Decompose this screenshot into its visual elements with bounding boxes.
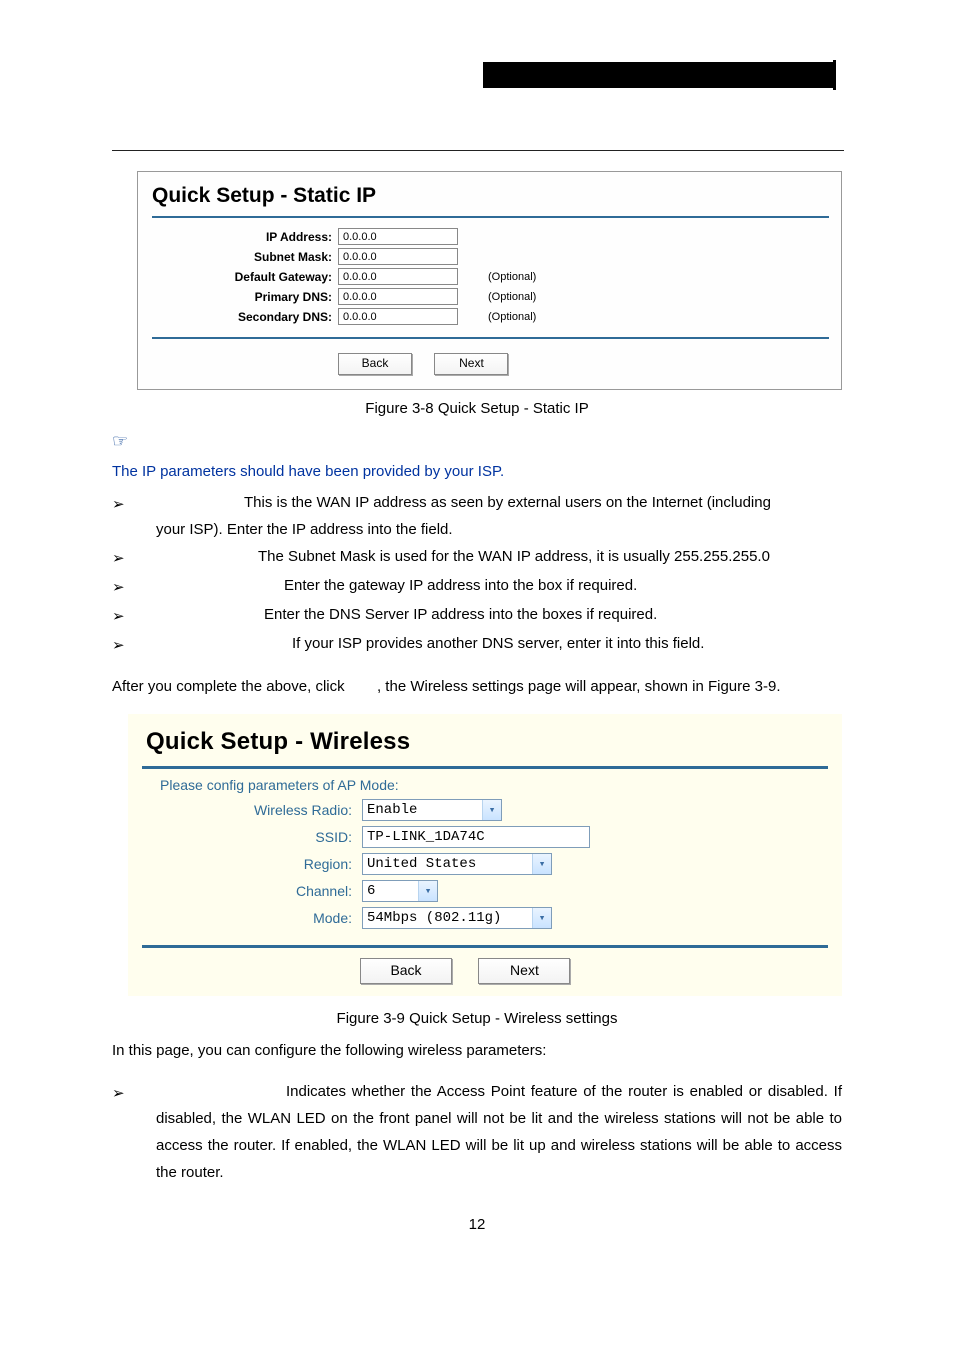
row-ip: IP Address: (152, 228, 829, 245)
bullet-text: The Subnet Mask is used for the WAN IP a… (258, 548, 770, 565)
bullet-text-cont: your ISP). Enter the IP address into the… (156, 521, 453, 538)
next-button[interactable]: Next (434, 353, 508, 375)
panel2-title: Quick Setup - Wireless (146, 728, 828, 756)
ssid-label: SSID: (142, 829, 362, 845)
next-button[interactable]: Next (478, 958, 570, 984)
region-select[interactable]: United States ▾ (362, 853, 552, 875)
mid-para-a: After you complete the above, click (112, 678, 349, 695)
ip-input[interactable] (338, 228, 458, 245)
bullet-marker: ➢ (112, 543, 156, 572)
ssid-input[interactable] (362, 826, 590, 848)
row-pdns: Primary DNS: (Optional) (152, 288, 829, 305)
pdns-input[interactable] (338, 288, 458, 305)
header-black-bar (483, 62, 834, 88)
panel1-title: Quick Setup - Static IP (152, 184, 829, 208)
list-item: ➢ Indicates whether the Access Point fea… (112, 1078, 842, 1186)
bullet-marker: ➢ (112, 630, 156, 659)
channel-select[interactable]: 6 ▾ (362, 880, 438, 902)
radio-label: Wireless Radio: (142, 802, 362, 818)
after-panel2-text: In this page, you can configure the foll… (112, 1037, 842, 1064)
bullet-text: Enter the DNS Server IP address into the… (264, 606, 657, 623)
row-mask: Subnet Mask: (152, 248, 829, 265)
bullet-text: If your ISP provides another DNS server,… (292, 635, 704, 652)
static-ip-panel: Quick Setup - Static IP IP Address: Subn… (137, 171, 842, 390)
mid-paragraph: After you complete the above, click , th… (112, 673, 842, 700)
chevron-down-icon: ▾ (532, 854, 551, 874)
panel2-rule2 (142, 945, 828, 948)
row-gw: Default Gateway: (Optional) (152, 268, 829, 285)
bullet-marker: ➢ (112, 601, 156, 630)
bullet-text: This is the WAN IP address as seen by ex… (244, 494, 771, 511)
radio-select[interactable]: Enable ▾ (362, 799, 502, 821)
pdns-label: Primary DNS: (152, 290, 338, 304)
panel2-rule (142, 766, 828, 769)
list-item: ➢ If your ISP provides another DNS serve… (112, 630, 842, 659)
header-rule (112, 150, 844, 151)
mask-input[interactable] (338, 248, 458, 265)
gw-label: Default Gateway: (152, 270, 338, 284)
sdns-label: Secondary DNS: (152, 310, 338, 324)
row-region: Region: United States ▾ (142, 853, 828, 875)
channel-label: Channel: (142, 883, 362, 899)
row-sdns: Secondary DNS: (Optional) (152, 308, 829, 325)
sdns-optional: (Optional) (488, 311, 536, 323)
row-mode: Mode: 54Mbps (802.11g) ▾ (142, 907, 828, 929)
ip-label: IP Address: (152, 230, 338, 244)
bullet2-text: Indicates whether the Access Point featu… (156, 1083, 842, 1181)
gw-optional: (Optional) (488, 271, 536, 283)
mode-label: Mode: (142, 910, 362, 926)
bullet-list-2: ➢ Indicates whether the Access Point fea… (112, 1078, 842, 1186)
back-button[interactable]: Back (338, 353, 412, 375)
list-item: ➢ This is the WAN IP address as seen by … (112, 489, 842, 543)
row-wireless-radio: Wireless Radio: Enable ▾ (142, 799, 828, 821)
panel2-caption: Figure 3-9 Quick Setup - Wireless settin… (0, 1010, 954, 1027)
channel-value: 6 (367, 883, 414, 899)
list-item: ➢ Enter the gateway IP address into the … (112, 572, 842, 601)
pdns-optional: (Optional) (488, 291, 536, 303)
wireless-panel: Quick Setup - Wireless Please config par… (128, 714, 842, 996)
chevron-down-icon: ▾ (482, 800, 501, 820)
sdns-input[interactable] (338, 308, 458, 325)
bullet-list-1: ➢ This is the WAN IP address as seen by … (112, 489, 842, 659)
page-number: 12 (0, 1216, 954, 1233)
gw-input[interactable] (338, 268, 458, 285)
chevron-down-icon: ▾ (532, 908, 551, 928)
radio-value: Enable (367, 802, 478, 818)
note-text: The IP parameters should have been provi… (112, 458, 954, 485)
mask-label: Subnet Mask: (152, 250, 338, 264)
list-item: ➢ Enter the DNS Server IP address into t… (112, 601, 842, 630)
bullet-marker: ➢ (112, 489, 156, 543)
panel1-rule (152, 216, 829, 218)
list-item: ➢ The Subnet Mask is used for the WAN IP… (112, 543, 842, 572)
bullet-marker: ➢ (112, 1078, 156, 1186)
panel2-subnote: Please config parameters of AP Mode: (160, 777, 828, 793)
hand-icon: ☞ (112, 431, 954, 452)
mid-para-b: , the Wireless settings page will appear… (377, 678, 781, 695)
region-label: Region: (142, 856, 362, 872)
bullet-text: Enter the gateway IP address into the bo… (284, 577, 637, 594)
row-channel: Channel: 6 ▾ (142, 880, 828, 902)
row-ssid: SSID: (142, 826, 828, 848)
panel1-caption: Figure 3-8 Quick Setup - Static IP (0, 400, 954, 417)
bullet-marker: ➢ (112, 572, 156, 601)
mode-value: 54Mbps (802.11g) (367, 910, 528, 926)
region-value: United States (367, 856, 528, 872)
mode-select[interactable]: 54Mbps (802.11g) ▾ (362, 907, 552, 929)
back-button[interactable]: Back (360, 958, 452, 984)
panel1-rule2 (152, 337, 829, 339)
chevron-down-icon: ▾ (418, 881, 437, 901)
